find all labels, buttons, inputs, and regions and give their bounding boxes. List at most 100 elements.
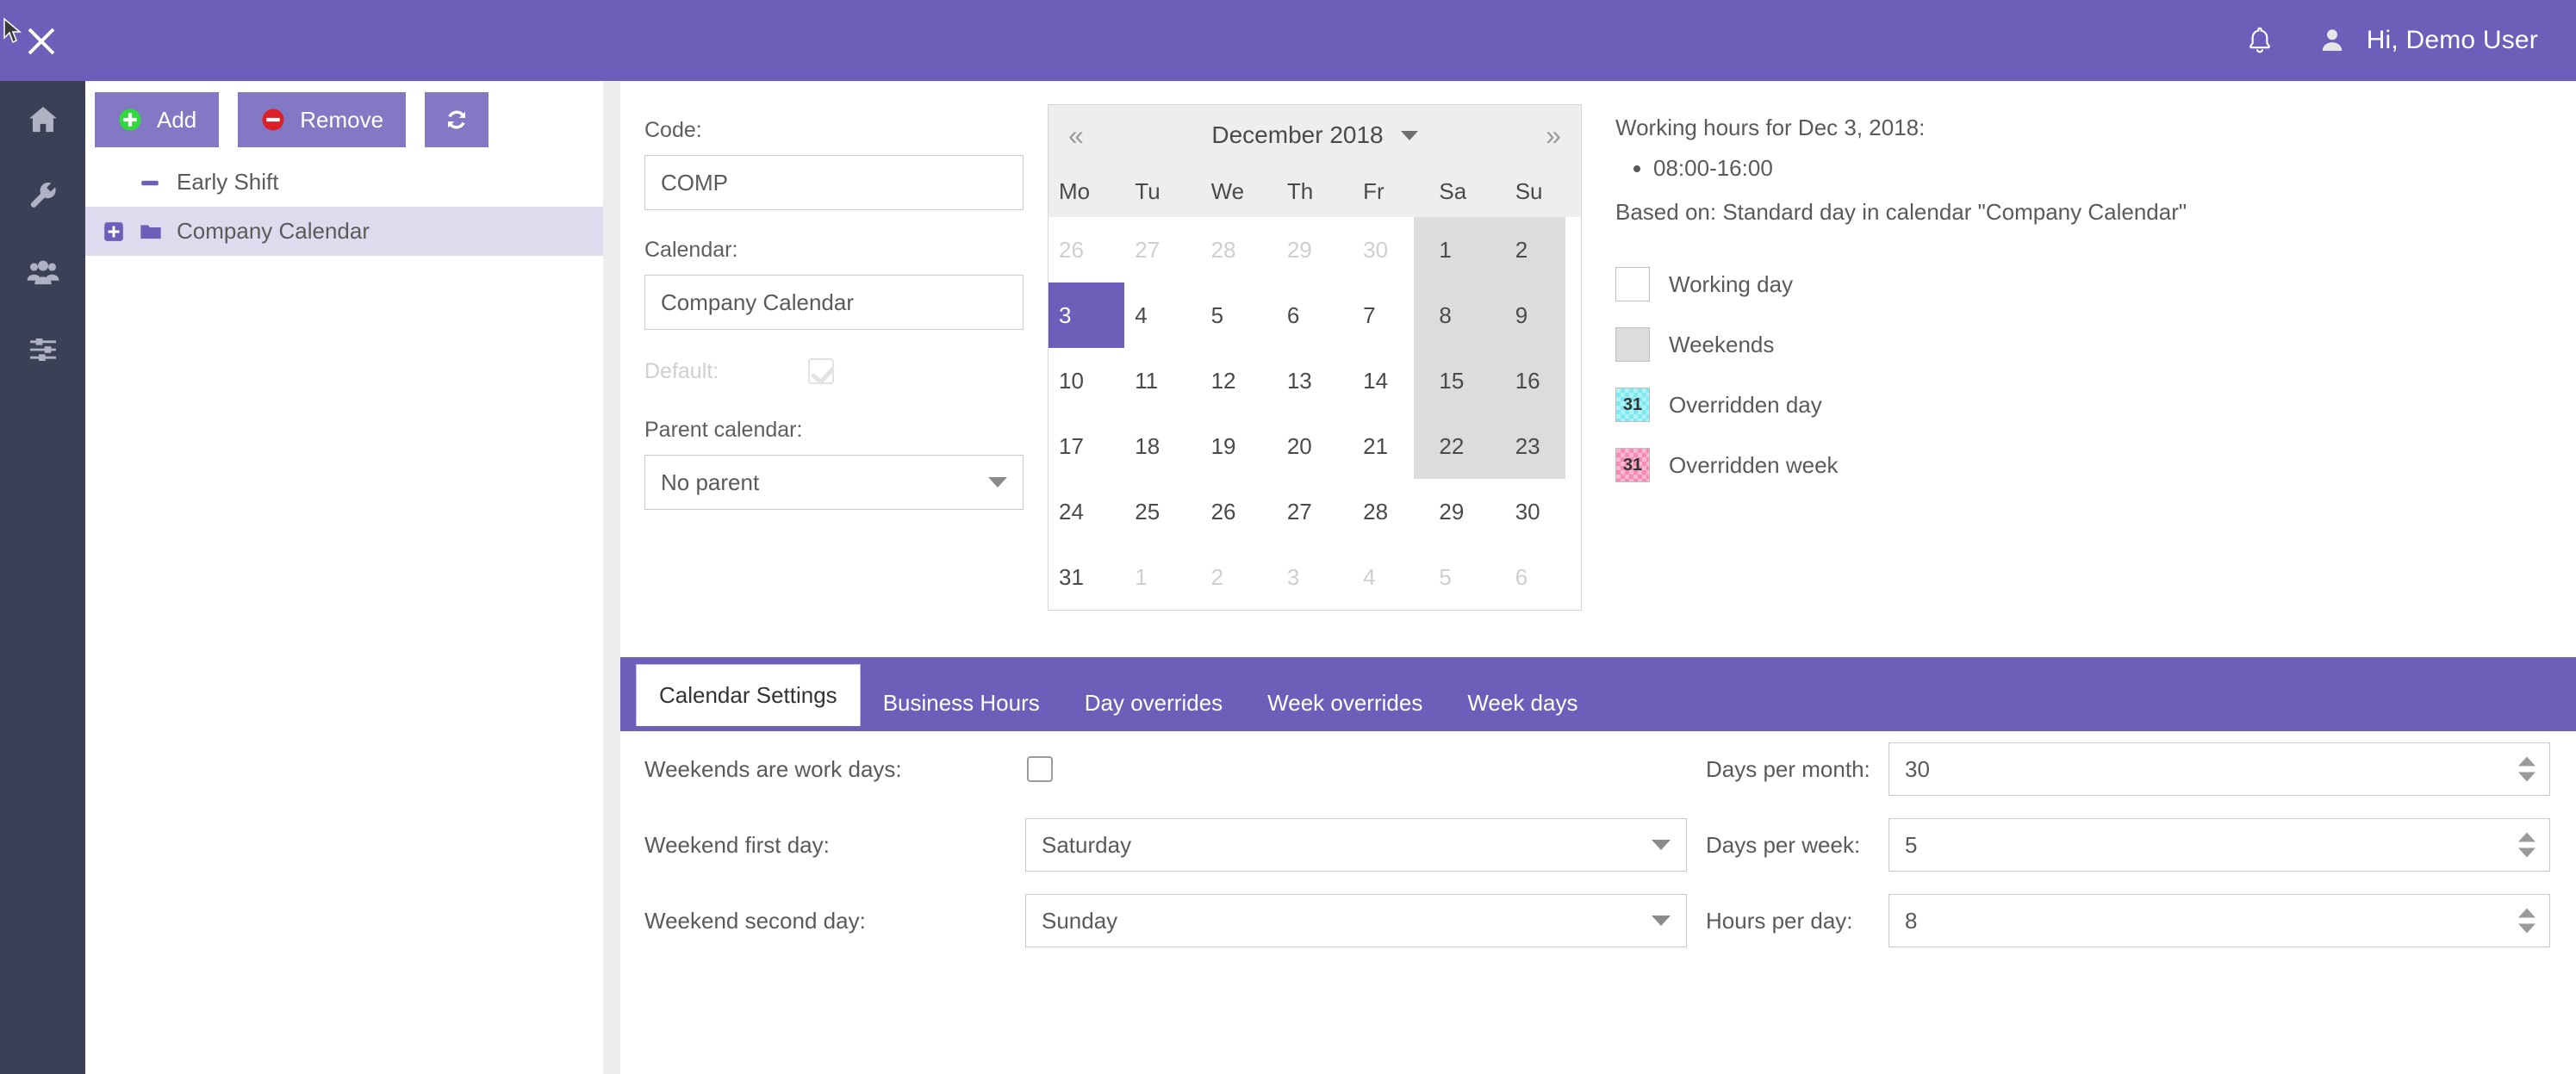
calendar-day-cell[interactable]: 29 bbox=[1277, 217, 1353, 282]
remove-button[interactable]: Remove bbox=[238, 92, 407, 147]
calendar-day-cell[interactable]: 14 bbox=[1353, 348, 1428, 413]
calendar-day-cell[interactable]: 5 bbox=[1428, 544, 1504, 610]
parent-calendar-select[interactable]: No parent bbox=[644, 455, 1024, 510]
calendar-day-cell[interactable]: 8 bbox=[1428, 282, 1504, 348]
calendar-day-cell[interactable]: 4 bbox=[1353, 544, 1428, 610]
tab-calendar-settings[interactable]: Calendar Settings bbox=[636, 664, 861, 726]
user-greeting: Hi, Demo User bbox=[2366, 26, 2538, 54]
tree-item-label: Early Shift bbox=[177, 169, 279, 195]
calendar-day-cell[interactable]: 17 bbox=[1048, 413, 1124, 479]
rail-item-home[interactable] bbox=[0, 81, 85, 158]
calendar-day-cell[interactable]: 6 bbox=[1277, 282, 1353, 348]
calendar-day-cell[interactable]: 26 bbox=[1048, 217, 1124, 282]
settings-row-weekends-work: Weekends are work days: Days per month: bbox=[620, 731, 2576, 807]
days-per-week-input[interactable] bbox=[1905, 831, 2422, 859]
user-menu-button[interactable]: Hi, Demo User bbox=[2315, 23, 2538, 58]
stepper-down-icon[interactable] bbox=[2518, 847, 2536, 858]
code-input[interactable] bbox=[644, 155, 1024, 210]
working-hours-list: 08:00-16:00 bbox=[1653, 152, 2520, 185]
calendar-day-cell[interactable]: 26 bbox=[1201, 479, 1277, 544]
hours-per-day-input[interactable] bbox=[1905, 907, 2422, 934]
calendar-day-cell[interactable]: 19 bbox=[1201, 413, 1277, 479]
stepper-down-icon[interactable] bbox=[2518, 772, 2536, 782]
calendar-day-cell[interactable]: 7 bbox=[1353, 282, 1428, 348]
calendar-day-cell[interactable]: 20 bbox=[1277, 413, 1353, 479]
calendar-day-cell[interactable]: 3 bbox=[1048, 282, 1125, 348]
calendar-prev-button[interactable]: « bbox=[1048, 105, 1104, 165]
add-button-label: Add bbox=[157, 106, 197, 133]
calendar-day-cell[interactable]: 1 bbox=[1428, 217, 1504, 282]
tab-week-days[interactable]: Week days bbox=[1445, 674, 1600, 731]
calendar-name-input[interactable] bbox=[644, 275, 1024, 330]
calendar-title[interactable]: December 2018 bbox=[1211, 121, 1383, 149]
weekend-second-day-select[interactable]: Sunday bbox=[1025, 894, 1687, 947]
legend-row: 31 Overridden week bbox=[1615, 435, 1839, 495]
calendar-day-cell[interactable]: 31 bbox=[1048, 544, 1124, 610]
working-hours-info: Working hours for Dec 3, 2018: 08:00-16:… bbox=[1615, 115, 2520, 226]
tree-item-early-shift[interactable]: Early Shift bbox=[85, 158, 603, 207]
panel-splitter[interactable] bbox=[603, 81, 620, 1074]
calendar-day-cell[interactable]: 1 bbox=[1124, 544, 1200, 610]
calendar-day-cell[interactable]: 22 bbox=[1428, 413, 1504, 479]
calendar-day-cell[interactable]: 10 bbox=[1048, 348, 1124, 413]
calendar-day-cell[interactable]: 5 bbox=[1201, 282, 1277, 348]
calendar-next-button[interactable]: » bbox=[1526, 105, 1581, 165]
calendar-day-cell[interactable]: 2 bbox=[1201, 544, 1277, 610]
calendar-day-cell[interactable]: 9 bbox=[1505, 282, 1581, 348]
days-per-week-stepper[interactable] bbox=[1888, 818, 2550, 872]
calendar-day-cell[interactable]: 23 bbox=[1505, 413, 1581, 479]
calendar-day-cell[interactable]: 6 bbox=[1505, 544, 1581, 610]
weekend-first-day-value: Saturday bbox=[1042, 831, 1132, 858]
calendar-day-cell[interactable]: 28 bbox=[1201, 217, 1277, 282]
tab-business-hours[interactable]: Business Hours bbox=[861, 674, 1062, 731]
calendar-day-cell[interactable]: 24 bbox=[1048, 479, 1124, 544]
tree-expand-icon[interactable] bbox=[103, 220, 139, 243]
hours-per-day-label: Hours per day: bbox=[1706, 907, 1853, 934]
rail-item-settings[interactable] bbox=[0, 311, 85, 388]
calendar-day-cell[interactable]: 13 bbox=[1277, 348, 1353, 413]
calendar-day-cell[interactable]: 4 bbox=[1124, 282, 1200, 348]
folder-icon bbox=[139, 220, 177, 244]
days-per-month-label: Days per month: bbox=[1706, 755, 1870, 782]
calendar-day-cell[interactable]: 2 bbox=[1505, 217, 1581, 282]
plus-circle-icon bbox=[119, 109, 141, 131]
calendar-day-cell[interactable]: 16 bbox=[1505, 348, 1581, 413]
calendar-day-cell[interactable]: 29 bbox=[1428, 479, 1504, 544]
calendar-detail-form: Code: Calendar: Default: Parent calendar… bbox=[644, 118, 1024, 510]
days-per-month-input[interactable] bbox=[1905, 755, 2422, 783]
calendar-day-cell[interactable]: 30 bbox=[1505, 479, 1581, 544]
tree-item-company-calendar[interactable]: Company Calendar bbox=[85, 207, 603, 256]
close-button[interactable] bbox=[19, 19, 64, 64]
stepper-up-icon[interactable] bbox=[2518, 832, 2536, 842]
calendar-day-cell[interactable]: 30 bbox=[1353, 217, 1428, 282]
stepper-arrows[interactable] bbox=[2518, 756, 2536, 782]
calendar-day-cell[interactable]: 27 bbox=[1277, 479, 1353, 544]
stepper-arrows[interactable] bbox=[2518, 832, 2536, 858]
wrench-icon bbox=[30, 182, 56, 208]
days-per-month-stepper[interactable] bbox=[1888, 742, 2550, 796]
stepper-down-icon[interactable] bbox=[2518, 923, 2536, 934]
calendar-day-cell[interactable]: 12 bbox=[1201, 348, 1277, 413]
tab-week-overrides[interactable]: Week overrides bbox=[1245, 674, 1445, 731]
rail-item-users[interactable] bbox=[0, 234, 85, 311]
rail-item-tools[interactable] bbox=[0, 158, 85, 234]
hours-per-day-stepper[interactable] bbox=[1888, 894, 2550, 947]
calendar-day-cell[interactable]: 21 bbox=[1353, 413, 1428, 479]
calendar-day-cell[interactable]: 18 bbox=[1124, 413, 1200, 479]
calendar-day-cell[interactable]: 3 bbox=[1277, 544, 1353, 610]
stepper-up-icon[interactable] bbox=[2518, 756, 2536, 767]
calendar-day-cell[interactable]: 27 bbox=[1124, 217, 1200, 282]
weekend-first-day-select[interactable]: Saturday bbox=[1025, 818, 1687, 872]
chevron-down-icon[interactable] bbox=[1400, 130, 1418, 140]
add-button[interactable]: Add bbox=[95, 92, 220, 147]
stepper-up-icon[interactable] bbox=[2518, 908, 2536, 918]
refresh-button[interactable] bbox=[425, 92, 489, 147]
stepper-arrows[interactable] bbox=[2518, 908, 2536, 934]
tab-day-overrides[interactable]: Day overrides bbox=[1062, 674, 1245, 731]
calendar-day-cell[interactable]: 28 bbox=[1353, 479, 1428, 544]
calendar-day-cell[interactable]: 11 bbox=[1124, 348, 1200, 413]
calendar-day-cell[interactable]: 25 bbox=[1124, 479, 1200, 544]
weekends-work-checkbox[interactable] bbox=[1027, 756, 1053, 782]
notifications-button[interactable] bbox=[2241, 22, 2279, 59]
calendar-day-cell[interactable]: 15 bbox=[1428, 348, 1504, 413]
